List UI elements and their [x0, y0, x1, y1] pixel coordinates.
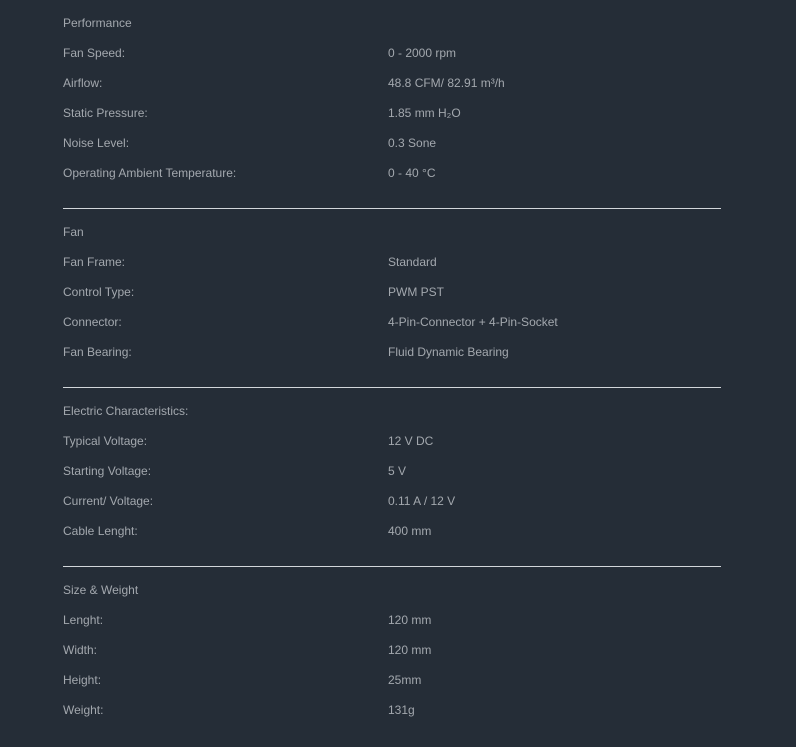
spec-label: Width: [63, 643, 98, 657]
spec-row-typical-voltage: Typical Voltage: 12 V DC [63, 426, 721, 456]
spec-row-cable-length: Cable Lenght: 400 mm [63, 516, 721, 546]
spec-label: Static Pressure: [63, 106, 148, 120]
spec-label: Height: [63, 673, 102, 687]
spec-label: Operating Ambient Temperature: [63, 166, 237, 180]
spec-row-current-voltage: Current/ Voltage: 0.11 A / 12 V [63, 486, 721, 516]
spec-value: 0 - 40 °C [388, 166, 436, 180]
spec-row-fan-frame: Fan Frame: Standard [63, 247, 721, 277]
section-size-weight: Size & Weight Lenght: 120 mm Width: 120 … [63, 566, 721, 725]
spec-label: Fan Bearing: [63, 345, 132, 359]
section-title: Electric Characteristics: [63, 404, 189, 418]
spec-row-fan-bearing: Fan Bearing: Fluid Dynamic Bearing [63, 337, 721, 367]
spec-row-noise-level: Noise Level: 0.3 Sone [63, 128, 721, 158]
spec-value: 1.85 mm H₂O [388, 106, 461, 120]
spec-value: 48.8 CFM/ 82.91 m³/h [388, 76, 505, 90]
spec-table: Performance Fan Speed: 0 - 2000 rpm Airf… [63, 0, 721, 725]
spec-value: 131g [388, 703, 415, 717]
section-title: Fan [63, 225, 84, 239]
spec-value: 25mm [388, 673, 422, 687]
spec-label: Fan Speed: [63, 46, 126, 60]
spec-label: Current/ Voltage: [63, 494, 154, 508]
spec-label: Typical Voltage: [63, 434, 148, 448]
spec-value: Fluid Dynamic Bearing [388, 345, 509, 359]
spec-value: 0.11 A / 12 V [388, 494, 456, 508]
spec-row-starting-voltage: Starting Voltage: 5 V [63, 456, 721, 486]
spec-row-connector: Connector: 4-Pin-Connector + 4-Pin-Socke… [63, 307, 721, 337]
spec-value: 0.3 Sone [388, 136, 437, 150]
spec-label: Control Type: [63, 285, 135, 299]
spec-value: 12 V DC [388, 434, 434, 448]
spec-row-airflow: Airflow: 48.8 CFM/ 82.91 m³/h [63, 68, 721, 98]
spec-label: Connector: [63, 315, 122, 329]
spec-row-length: Lenght: 120 mm [63, 605, 721, 635]
spec-row-fan-speed: Fan Speed: 0 - 2000 rpm [63, 38, 721, 68]
spec-label: Cable Lenght: [63, 524, 138, 538]
spec-row-operating-temperature: Operating Ambient Temperature: 0 - 40 °C [63, 158, 721, 188]
spec-row-control-type: Control Type: PWM PST [63, 277, 721, 307]
spec-value: 4-Pin-Connector + 4-Pin-Socket [388, 315, 558, 329]
spec-value: 400 mm [388, 524, 432, 538]
section-title: Size & Weight [63, 583, 139, 597]
spec-row-width: Width: 120 mm [63, 635, 721, 665]
spec-label: Starting Voltage: [63, 464, 152, 478]
section-title: Performance [63, 16, 132, 30]
spec-label: Fan Frame: [63, 255, 126, 269]
section-performance: Performance Fan Speed: 0 - 2000 rpm Airf… [63, 0, 721, 208]
spec-row-weight: Weight: 131g [63, 695, 721, 725]
spec-value: 120 mm [388, 643, 432, 657]
spec-row-height: Height: 25mm [63, 665, 721, 695]
spec-value: 120 mm [388, 613, 432, 627]
spec-row-static-pressure: Static Pressure: 1.85 mm H₂O [63, 98, 721, 128]
spec-label: Lenght: [63, 613, 104, 627]
spec-value: 5 V [388, 464, 407, 478]
spec-value: Standard [388, 255, 437, 269]
section-electric-characteristics: Electric Characteristics: Typical Voltag… [63, 387, 721, 566]
section-fan: Fan Fan Frame: Standard Control Type: PW… [63, 208, 721, 387]
spec-label: Noise Level: [63, 136, 130, 150]
spec-label: Airflow: [63, 76, 103, 90]
spec-value: 0 - 2000 rpm [388, 46, 457, 60]
spec-value: PWM PST [388, 285, 444, 299]
spec-label: Weight: [63, 703, 104, 717]
